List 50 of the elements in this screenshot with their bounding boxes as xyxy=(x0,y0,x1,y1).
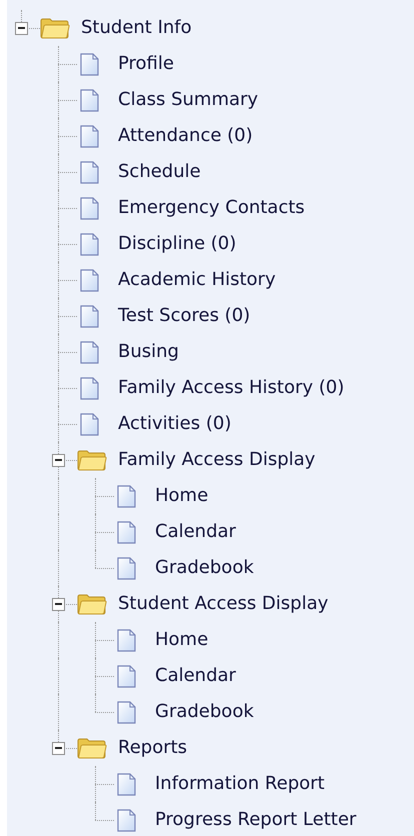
document-icon xyxy=(117,664,136,688)
tree-item-label[interactable]: Activities (0) xyxy=(118,415,232,433)
folder-icon xyxy=(40,17,70,39)
document-icon xyxy=(117,628,136,652)
folder-icon xyxy=(77,737,107,759)
document-icon xyxy=(80,124,99,148)
tree-item-label[interactable]: Calendar xyxy=(155,523,236,541)
document-icon xyxy=(80,160,99,184)
tree-item-label[interactable]: Test Scores (0) xyxy=(118,307,250,325)
tree-item-label[interactable]: Home xyxy=(155,487,208,505)
tree-item-label[interactable]: Emergency Contacts xyxy=(118,199,305,217)
document-icon xyxy=(80,52,99,76)
tree-item-label[interactable]: Attendance (0) xyxy=(118,127,253,145)
document-icon xyxy=(117,700,136,724)
folder-icon xyxy=(77,593,107,615)
tree-item-label[interactable]: Discipline (0) xyxy=(118,235,236,253)
document-icon xyxy=(80,88,99,112)
document-icon xyxy=(80,340,99,364)
tree-item-label[interactable]: Busing xyxy=(118,343,179,361)
document-icon xyxy=(80,412,99,436)
tree-item-label[interactable]: Information Report xyxy=(155,775,325,793)
tree-item-label[interactable]: Profile xyxy=(118,55,174,73)
folder-icon xyxy=(77,449,107,471)
tree-item-label[interactable]: Reports xyxy=(118,739,188,757)
tree-item-label[interactable]: Family Access Display xyxy=(118,451,316,469)
expander-button[interactable] xyxy=(52,598,65,610)
document-icon xyxy=(80,196,99,220)
document-icon xyxy=(80,376,99,400)
tree-item-label[interactable]: Calendar xyxy=(155,667,236,685)
expander-button[interactable] xyxy=(52,454,65,466)
document-icon xyxy=(117,808,136,832)
tree-item-label[interactable]: Family Access History (0) xyxy=(118,379,344,397)
document-icon xyxy=(117,484,136,508)
document-icon xyxy=(80,232,99,256)
expander-button[interactable] xyxy=(15,22,28,34)
document-icon xyxy=(117,556,136,580)
document-icon xyxy=(117,772,136,796)
document-icon xyxy=(117,520,136,544)
expander-button[interactable] xyxy=(52,742,65,754)
tree-item-label[interactable]: Class Summary xyxy=(118,91,258,109)
tree-item-label[interactable]: Student Access Display xyxy=(118,595,328,613)
tree-item-label[interactable]: Progress Report Letter xyxy=(155,811,356,829)
tree-item-label[interactable]: Student Info xyxy=(81,19,192,37)
tree-item-label[interactable]: Gradebook xyxy=(155,559,254,577)
tree-item-label[interactable]: Gradebook xyxy=(155,703,254,721)
tree-item-label[interactable]: Schedule xyxy=(118,163,201,181)
document-icon xyxy=(80,304,99,328)
document-icon xyxy=(80,268,99,292)
tree-item-label[interactable]: Home xyxy=(155,631,208,649)
tree-item-label[interactable]: Academic History xyxy=(118,271,276,289)
